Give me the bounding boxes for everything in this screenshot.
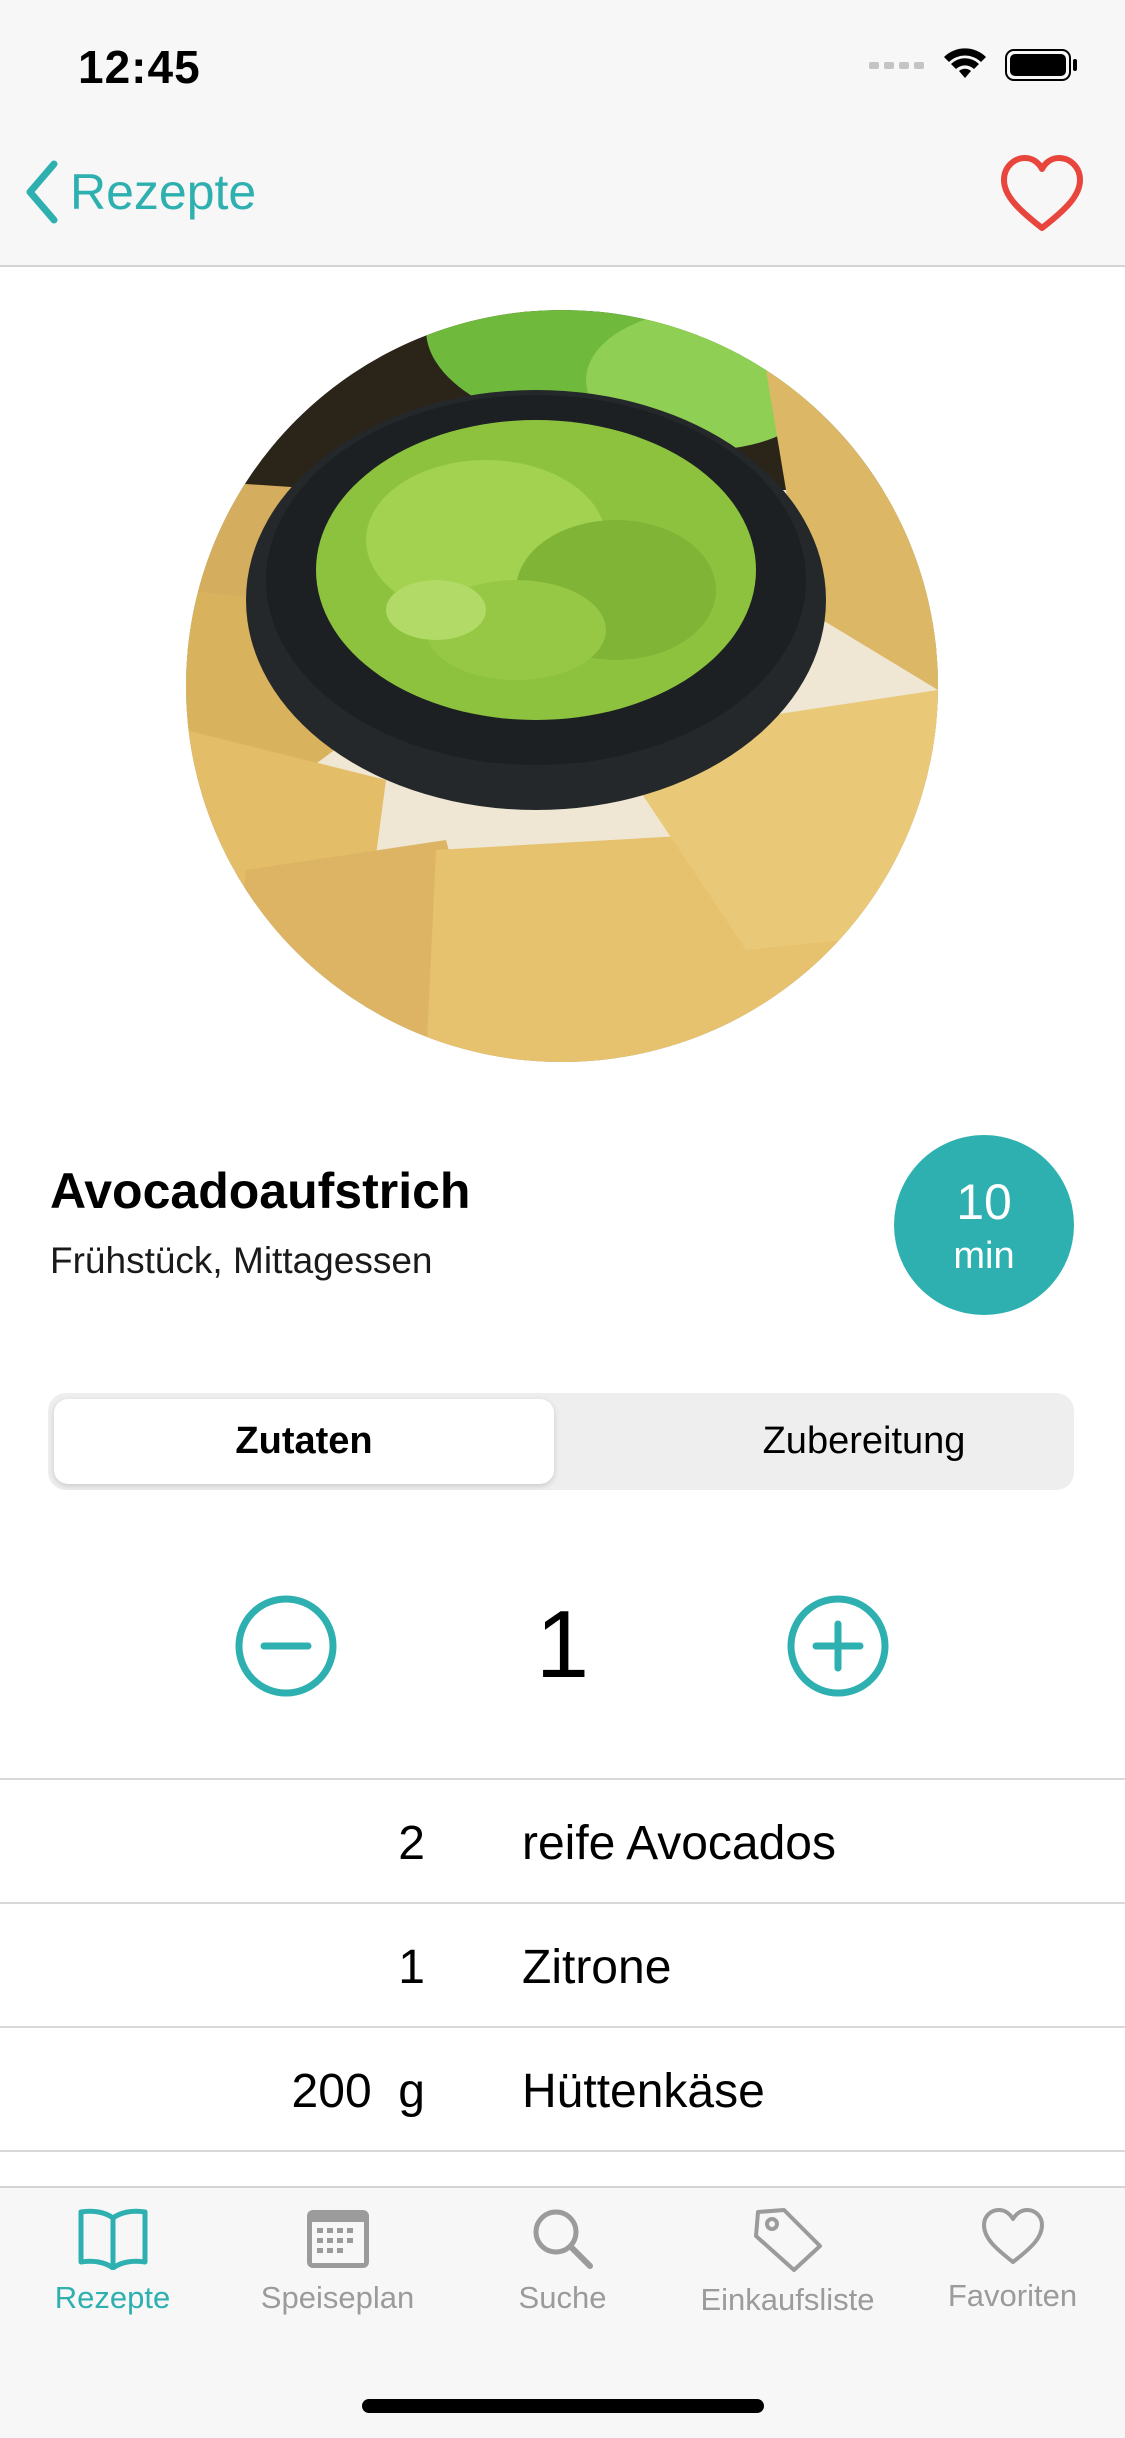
tab-einkaufsliste[interactable]: Einkaufsliste [675, 2206, 900, 2318]
tab-label: Suche [518, 2280, 607, 2315]
status-time: 12:45 [78, 41, 201, 93]
servings-stepper: 1 [0, 1590, 1125, 1700]
tab-label: Favoriten [947, 2278, 1078, 2313]
home-indicator [362, 2399, 764, 2413]
search-icon [533, 2209, 593, 2269]
heart-icon [981, 2208, 1044, 2264]
wifi-icon [944, 48, 986, 78]
ingredient-name: reife Avocados [522, 1817, 836, 1870]
cellular-signal-icon [869, 62, 924, 69]
calendar-icon [306, 2210, 369, 2268]
back-button[interactable]: Rezepte [22, 160, 256, 224]
status-bar: 12:45 [0, 0, 1125, 130]
recipe-title: Avocadoaufstrich [50, 1163, 471, 1219]
minus-circle-icon [235, 1595, 337, 1697]
favorite-button[interactable] [999, 154, 1085, 239]
tab-label: Einkaufsliste [700, 2282, 875, 2317]
back-label: Rezepte [70, 164, 257, 220]
ingredient-row: 200 g Hüttenkäse [0, 2026, 1125, 2150]
segment-ingredients[interactable]: Zutaten [54, 1399, 554, 1484]
tab-rezepte[interactable]: Rezepte [0, 2206, 225, 2316]
segment-preparation[interactable]: Zubereitung [604, 1399, 1124, 1484]
recipe-photo [186, 310, 938, 1062]
tab-speiseplan[interactable]: Speiseplan [225, 2206, 450, 2316]
heart-icon [1001, 155, 1083, 231]
ingredient-row: 2 reife Avocados [0, 1778, 1125, 1902]
ingredient-name: Hüttenkäse [522, 2065, 765, 2118]
tab-favoriten[interactable]: Favoriten [900, 2206, 1125, 2314]
navigation-bar: Rezepte [0, 130, 1125, 267]
plus-circle-icon [787, 1595, 889, 1697]
book-icon [78, 2208, 147, 2270]
tab-suche[interactable]: Suche [450, 2206, 675, 2316]
prep-time-unit: min [953, 1235, 1015, 1277]
battery-icon [1005, 49, 1077, 81]
chevron-left-icon [26, 160, 58, 224]
tab-bar: Rezepte Speiseplan Suche Einkaufsliste F… [0, 2186, 1125, 2438]
ingredient-amount: 2 [398, 1817, 425, 1870]
recipe-categories: Frühstück, Mittagessen [50, 1240, 433, 1281]
segmented-control: Zutaten Zubereitung [48, 1393, 1074, 1490]
servings-count: 1 [535, 1591, 590, 1698]
prep-time-badge: 10 min [894, 1135, 1074, 1315]
status-icons [869, 48, 1079, 82]
tab-label: Rezepte [54, 2280, 171, 2315]
decrease-servings-button[interactable] [234, 1594, 338, 1703]
ingredient-row: 1 Zitrone [0, 1902, 1125, 2026]
increase-servings-button[interactable] [786, 1594, 890, 1703]
ingredient-amount: 1 [398, 1941, 425, 1994]
tab-label: Speiseplan [260, 2280, 415, 2315]
ingredient-name: Zitrone [522, 1941, 672, 1994]
tag-icon [753, 2208, 822, 2272]
ingredient-amount: 200 g [291, 2065, 425, 2118]
prep-time-value: 10 [956, 1174, 1012, 1230]
